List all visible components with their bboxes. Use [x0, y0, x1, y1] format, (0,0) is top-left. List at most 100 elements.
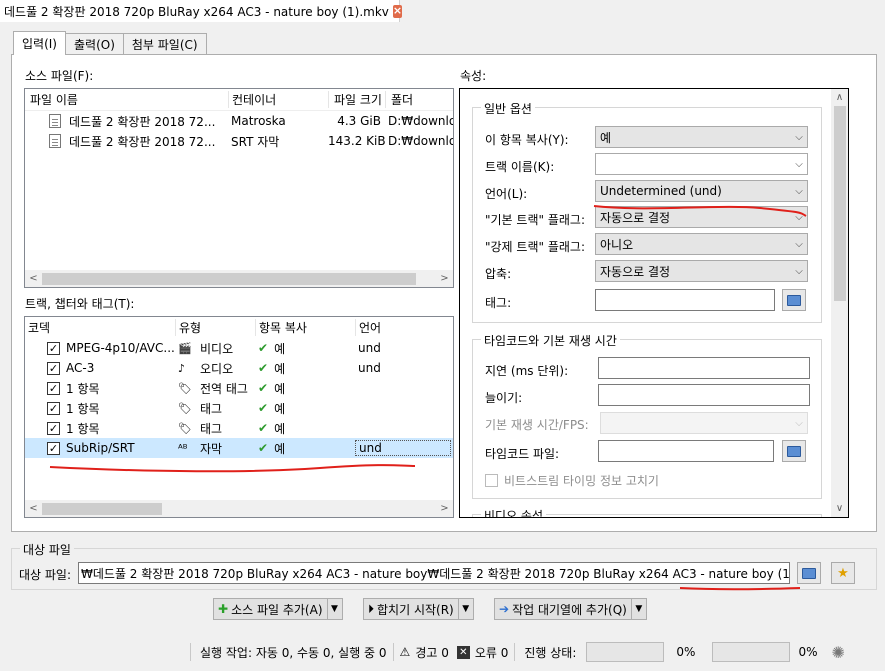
tags-input[interactable] — [595, 289, 775, 311]
destination-favorite-button[interactable]: ★ — [831, 562, 855, 584]
track-row[interactable]: ✓ 1 항목 🏷 전역 태그 ✔ 예 — [25, 378, 453, 398]
track-checkbox[interactable]: ✓ — [47, 441, 60, 455]
col-folder[interactable]: 폴더 — [385, 91, 453, 108]
tab-input[interactable]: 입력(I) — [13, 31, 66, 55]
tab-output[interactable]: 출력(O) — [64, 33, 124, 55]
stretch-input[interactable] — [598, 384, 810, 406]
chevron-down-icon: ⌵ — [795, 417, 803, 429]
chevron-down-icon: ⌵ — [795, 265, 803, 277]
scroll-up-icon[interactable]: ∧ — [836, 89, 843, 106]
video-properties-title: 비디오 속성 — [481, 507, 547, 517]
track-rows: ✓ MPEG-4p10/AVC... 🎬 비디오 ✔ 예 und ✓ AC-3 ♪ 오디오 ✔ 예 und… — [25, 338, 453, 458]
status-divider — [190, 643, 191, 661]
destination-input[interactable]: ₩데드풀 2 확장판 2018 720p BluRay x264 AC3 - n… — [78, 562, 790, 584]
track-checkbox[interactable]: ✓ — [47, 401, 60, 415]
track-row[interactable]: ✓ 1 항목 🏷 태그 ✔ 예 — [25, 398, 453, 418]
start-mux-button[interactable]: ⏵ 합치기 시작(R) — [363, 598, 459, 620]
timecode-browse-button[interactable] — [782, 440, 806, 462]
default-flag-select[interactable]: 자동으로 결정 ⌵ — [595, 206, 808, 228]
scroll-thumb[interactable] — [833, 106, 846, 301]
col-copy[interactable]: 항목 복사 — [255, 319, 355, 336]
track-checkbox[interactable]: ✓ — [47, 341, 60, 355]
add-source-button[interactable]: ✚ 소스 파일 추가(A) — [213, 598, 328, 620]
col-type[interactable]: 유형 — [175, 319, 255, 336]
destination-browse-button[interactable] — [797, 562, 821, 584]
status-divider — [514, 643, 516, 661]
track-row[interactable]: ✓ SubRip/SRT ᴬᴮ 자막 ✔ 예 und — [25, 438, 453, 458]
properties-vscrollbar[interactable]: ∧ ∨ — [831, 89, 848, 517]
compression-select[interactable]: 자동으로 결정 ⌵ — [595, 260, 808, 282]
status-divider — [392, 643, 394, 661]
language-select[interactable]: Undetermined (und) ⌵ — [595, 180, 808, 202]
track-codec: SubRip/SRT — [66, 441, 135, 455]
track-copy-cell: ✔ 예 — [255, 420, 355, 437]
track-row[interactable]: ✓ AC-3 ♪ 오디오 ✔ 예 und — [25, 358, 453, 378]
scroll-down-icon[interactable]: ∨ — [836, 500, 843, 517]
errors-count[interactable]: 오류 0 — [475, 644, 509, 661]
jobs-status: 실행 작업: 자동 0, 수동 0, 실행 중 0 — [200, 645, 387, 660]
duration-select[interactable]: ⌵ — [600, 412, 808, 434]
scroll-thumb[interactable] — [42, 272, 416, 285]
close-icon[interactable]: × — [392, 4, 403, 18]
track-row[interactable]: ✓ MPEG-4p10/AVC... 🎬 비디오 ✔ 예 und — [25, 338, 453, 358]
forced-flag-select[interactable]: 아니오 ⌵ — [595, 233, 808, 255]
scroll-thumb[interactable] — [42, 502, 162, 515]
folder-icon — [802, 567, 816, 579]
col-filename[interactable]: 파일 이름 — [25, 91, 228, 108]
forced-flag-label: "강제 트랙" 플래그: — [485, 240, 585, 254]
delay-input[interactable] — [598, 357, 810, 379]
chevron-down-icon: ⌵ — [795, 131, 803, 143]
start-mux-dropdown[interactable]: ▼ — [457, 598, 474, 620]
track-copy: 예 — [274, 441, 286, 456]
tags-browse-button[interactable] — [782, 289, 806, 311]
col-language[interactable]: 언어 — [355, 319, 451, 336]
tab-attachments[interactable]: 첨부 파일(C) — [122, 33, 207, 55]
tab-output-label: 출력(O) — [73, 38, 115, 52]
tracks-list[interactable]: 코덱 유형 항목 복사 언어 ✓ MPEG-4p10/AVC... 🎬 비디오 ✔ 예 un… — [24, 316, 454, 518]
add-queue-button[interactable]: ➔ 작업 대기열에 추가(Q) — [494, 598, 632, 620]
chevron-down-icon: ⌵ — [795, 238, 803, 250]
track-checkbox[interactable]: ✓ — [47, 421, 60, 435]
tracks-hscrollbar[interactable]: < > — [25, 500, 453, 517]
warnings-count[interactable]: 경고 0 — [415, 644, 449, 661]
col-filesize[interactable]: 파일 크기 — [328, 91, 385, 108]
source-row[interactable]: 데드풀 2 확장판 2018 72... Matroska 4.3 GiB D:… — [25, 111, 453, 131]
file-tab[interactable]: 데드풀 2 확장판 2018 720p BluRay x264 AC3 - na… — [0, 0, 403, 22]
add-queue-dropdown[interactable]: ▼ — [630, 598, 647, 620]
fix-bitstream-checkbox[interactable] — [485, 474, 498, 487]
scroll-left-icon[interactable]: < — [25, 503, 42, 514]
fix-bitstream-option[interactable]: 비트스트림 타이밍 정보 고치기 — [485, 472, 659, 489]
general-options-title: 일반 옵션 — [481, 100, 535, 117]
source-size: 143.2 KiB — [328, 134, 385, 148]
chevron-down-icon: ⌵ — [795, 211, 803, 223]
source-header-row: 파일 이름 컨테이너 파일 크기 폴더 — [25, 89, 453, 111]
add-source-label: 소스 파일 추가(A) — [231, 602, 323, 617]
source-row[interactable]: 데드풀 2 확장판 2018 72... SRT 자막 143.2 KiB D:… — [25, 131, 453, 151]
track-row[interactable]: ✓ 1 항목 🏷 태그 ✔ 예 — [25, 418, 453, 438]
scroll-right-icon[interactable]: > — [436, 503, 453, 514]
track-codec: 1 항목 — [66, 381, 100, 396]
queue-arrow-icon: ➔ — [499, 602, 510, 616]
timecode-file-input[interactable] — [598, 440, 774, 462]
track-checkbox[interactable]: ✓ — [47, 361, 60, 375]
track-type: 자막 — [200, 441, 223, 456]
scroll-right-icon[interactable]: > — [436, 273, 453, 284]
track-codec-cell: ✓ MPEG-4p10/AVC... — [25, 341, 175, 355]
timecode-title: 타임코드와 기본 재생 시간 — [481, 332, 620, 349]
source-folder: D:₩downloa — [388, 114, 453, 128]
add-source-dropdown[interactable]: ▼ — [326, 598, 343, 620]
source-hscrollbar[interactable]: < > — [25, 270, 453, 287]
scroll-left-icon[interactable]: < — [25, 273, 42, 284]
track-type-cell: 🏷 태그 — [175, 420, 255, 437]
track-type: 태그 — [200, 401, 223, 416]
film-icon: 🎬 — [178, 341, 192, 355]
track-checkbox[interactable]: ✓ — [47, 381, 60, 395]
track-type-cell: 🏷 태그 — [175, 400, 255, 417]
copy-item-label: 이 항목 복사(Y): — [485, 133, 569, 147]
add-queue-label: 작업 대기열에 추가(Q) — [512, 602, 627, 617]
source-files-list[interactable]: 파일 이름 컨테이너 파일 크기 폴더 데드풀 2 확장판 2018 72...… — [24, 88, 454, 288]
col-codec[interactable]: 코덱 — [25, 319, 175, 336]
col-container[interactable]: 컨테이너 — [228, 91, 328, 108]
track-name-combo[interactable]: ⌵ — [595, 153, 808, 175]
copy-item-select[interactable]: 예 ⌵ — [595, 126, 808, 148]
